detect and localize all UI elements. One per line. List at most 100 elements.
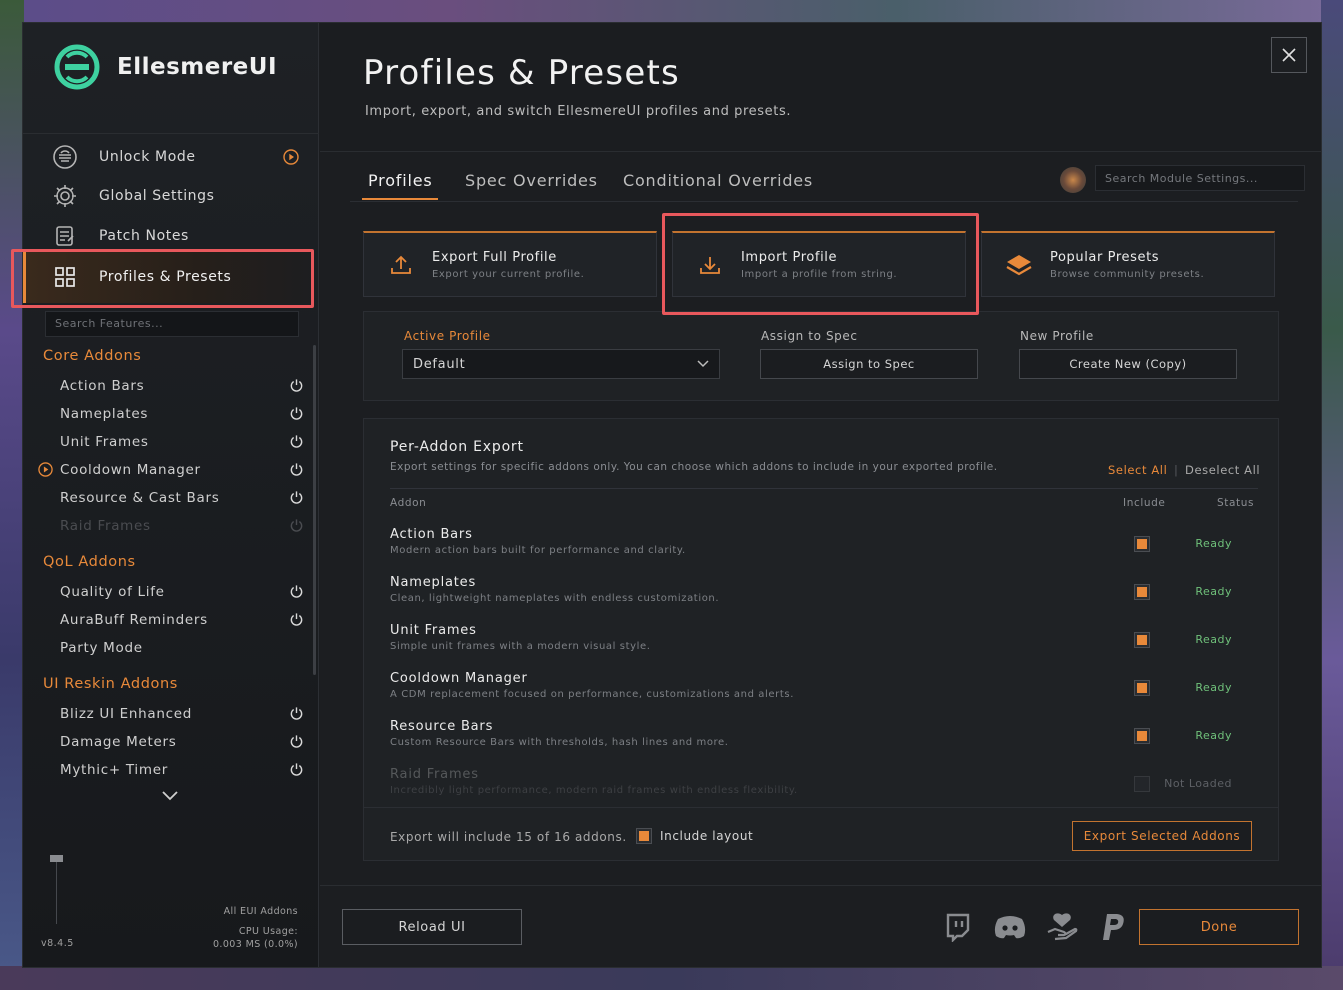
addon-name: Cooldown Manager [390, 671, 528, 686]
card-title: Import Profile [741, 249, 838, 265]
per-addon-export-panel: Per-Addon Export Export settings for spe… [363, 418, 1279, 861]
include-checkbox[interactable] [1134, 632, 1150, 648]
footer-divider [320, 885, 1321, 886]
deselect-all-link[interactable]: Deselect All [1185, 463, 1260, 477]
export-full-profile-card[interactable]: Export Full Profile Export your current … [363, 231, 657, 297]
include-checkbox[interactable] [1134, 536, 1150, 552]
power-icon[interactable] [289, 434, 304, 449]
nav-patch-notes[interactable]: Patch Notes [51, 219, 311, 253]
feature-search-input[interactable]: Search Features... [45, 311, 299, 337]
nav-unlock-mode[interactable]: Unlock Mode [51, 140, 311, 174]
include-layout-toggle[interactable]: Include layout [636, 828, 753, 844]
addon-item-blizz-ui-enhanced[interactable]: Blizz UI Enhanced [60, 703, 304, 725]
addon-item-nameplates[interactable]: Nameplates [60, 403, 304, 425]
tab-profiles[interactable]: Profiles [368, 171, 433, 190]
cpu-line-1: All EUI Addons [223, 906, 298, 917]
ellesmere-logo-icon [54, 44, 100, 90]
active-profile-dropdown[interactable]: Default [402, 349, 720, 379]
background-scene-right [1321, 0, 1343, 990]
assign-spec-label: Assign to Spec [761, 329, 858, 343]
done-button[interactable]: Done [1139, 909, 1299, 945]
power-icon[interactable] [289, 734, 304, 749]
nav-profiles-presets[interactable]: Profiles & Presets [51, 260, 311, 294]
settings-window: EllesmereUI Unlock Mode Global Settings … [11, 22, 1322, 968]
addon-item-cooldown-manager[interactable]: Cooldown Manager [38, 459, 304, 481]
include-checkbox[interactable] [1134, 776, 1150, 792]
nav-label: Global Settings [99, 188, 215, 204]
twitch-icon[interactable] [940, 909, 976, 945]
addon-label: Quality of Life [60, 584, 165, 600]
power-icon[interactable] [289, 518, 304, 533]
addon-label: Damage Meters [60, 734, 177, 750]
status-label: Not Loaded [1164, 777, 1232, 790]
power-icon[interactable] [289, 706, 304, 721]
status-label: Ready [1195, 585, 1232, 598]
import-profile-card[interactable]: Import Profile Import a profile from str… [672, 231, 966, 297]
addon-name: Resource Bars [390, 719, 494, 734]
support-icon[interactable] [1044, 909, 1080, 945]
assign-to-spec-button[interactable]: Assign to Spec [760, 349, 978, 379]
power-icon[interactable] [289, 762, 304, 777]
nav-label: Unlock Mode [99, 149, 196, 165]
addon-item-aurabuff-reminders[interactable]: AuraBuff Reminders [60, 609, 304, 631]
scale-slider-track[interactable] [56, 858, 57, 924]
play-circle-icon [283, 149, 299, 165]
include-checkbox[interactable] [1134, 680, 1150, 696]
unlock-mode-icon [51, 143, 79, 171]
addon-item-action-bars[interactable]: Action Bars [60, 375, 304, 397]
addon-label: Resource & Cast Bars [60, 490, 220, 506]
column-header-include: Include [1123, 497, 1166, 509]
notes-icon [51, 222, 79, 250]
module-search-input[interactable]: Search Module Settings... [1095, 165, 1305, 191]
addon-item-party-mode[interactable]: Party Mode [60, 637, 304, 659]
link-separator: | [1174, 463, 1178, 477]
background-scene-top [0, 0, 1343, 24]
addon-item-raid-frames[interactable]: Raid Frames [60, 515, 304, 537]
tab-conditional-overrides[interactable]: Conditional Overrides [623, 171, 813, 190]
addon-item-damage-meters[interactable]: Damage Meters [60, 731, 304, 753]
addon-item-unit-frames[interactable]: Unit Frames [60, 431, 304, 453]
export-description: Export settings for specific addons only… [390, 461, 998, 473]
addon-label: Mythic+ Timer [60, 762, 168, 778]
addon-label: Action Bars [60, 378, 145, 394]
addon-item-mythic-timer[interactable]: Mythic+ Timer [60, 759, 304, 781]
addon-desc: Incredibly light performance, modern rai… [390, 785, 798, 796]
download-icon [695, 250, 725, 280]
close-icon [1282, 48, 1296, 62]
include-layout-checkbox[interactable] [636, 828, 652, 844]
addon-item-resource-cast-bars[interactable]: Resource & Cast Bars [60, 487, 304, 509]
addon-item-quality-of-life[interactable]: Quality of Life [60, 581, 304, 603]
power-icon[interactable] [289, 378, 304, 393]
power-icon[interactable] [289, 612, 304, 627]
card-title: Export Full Profile [432, 249, 557, 265]
power-icon[interactable] [289, 462, 304, 477]
play-circle-icon [38, 462, 53, 477]
paypal-icon[interactable] [1096, 909, 1132, 945]
include-layout-label: Include layout [660, 829, 754, 843]
main-content: Profiles & Presets Import, export, and s… [320, 23, 1321, 967]
select-all-link[interactable]: Select All [1108, 463, 1167, 477]
power-icon[interactable] [289, 490, 304, 505]
power-icon[interactable] [289, 584, 304, 599]
new-profile-label: New Profile [1020, 329, 1094, 343]
sidebar-scrollbar[interactable] [313, 345, 316, 675]
column-header-addon: Addon [390, 497, 427, 509]
popular-presets-card[interactable]: Popular Presets Browse community presets… [981, 231, 1275, 297]
reload-ui-button[interactable]: Reload UI [342, 909, 522, 945]
scale-slider-handle[interactable] [50, 855, 63, 862]
power-icon[interactable] [289, 406, 304, 421]
close-button[interactable] [1271, 37, 1307, 73]
addon-label: Nameplates [60, 406, 149, 422]
discord-icon[interactable] [992, 909, 1028, 945]
include-checkbox[interactable] [1134, 728, 1150, 744]
card-title: Popular Presets [1050, 249, 1160, 265]
export-selected-addons-button[interactable]: Export Selected Addons [1072, 821, 1252, 851]
chevron-down-icon[interactable] [161, 790, 179, 802]
column-header-status: Status [1217, 497, 1255, 509]
table-row: Nameplates Clean, lightweight nameplates… [390, 575, 1258, 615]
include-checkbox[interactable] [1134, 584, 1150, 600]
card-desc: Import a profile from string. [741, 268, 898, 280]
tab-spec-overrides[interactable]: Spec Overrides [465, 171, 598, 190]
create-new-copy-button[interactable]: Create New (Copy) [1019, 349, 1237, 379]
nav-global-settings[interactable]: Global Settings [51, 179, 311, 213]
